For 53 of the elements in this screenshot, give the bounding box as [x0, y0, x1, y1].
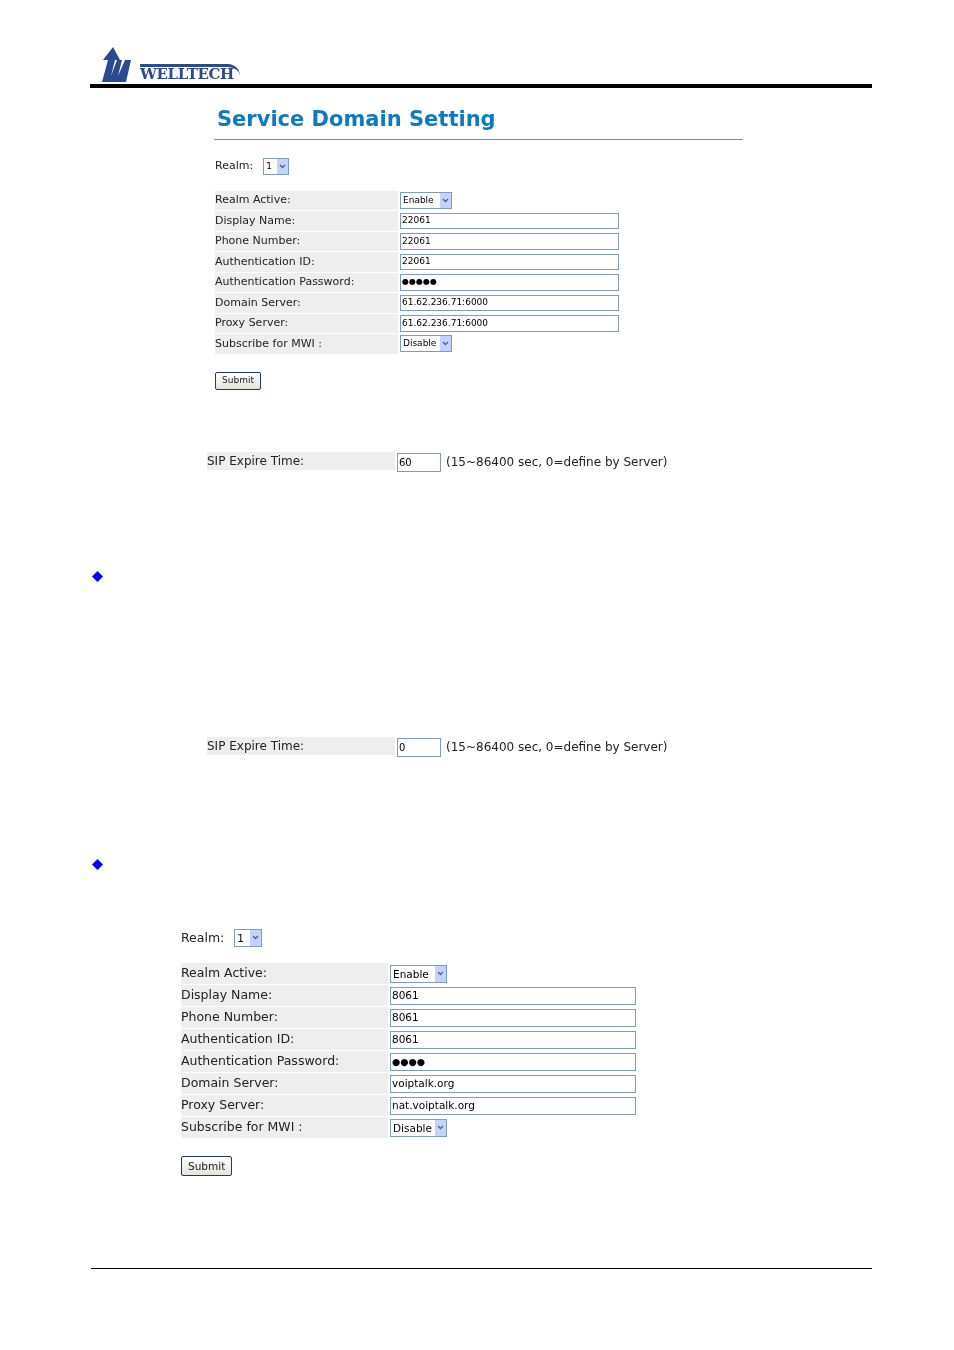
dropdown[interactable]: Disable	[390, 1118, 447, 1137]
field-label: Subscribe for MWI :	[215, 334, 398, 354]
caret-icon	[435, 1119, 446, 1136]
caret-icon	[440, 336, 451, 352]
input-field[interactable]: 22061	[400, 212, 619, 229]
input-field[interactable]: 8061	[390, 1030, 636, 1049]
page-title: Service Domain Setting	[217, 107, 496, 131]
dropdown[interactable]: Enable	[390, 964, 447, 983]
input-field[interactable]: nat.voiptalk.org	[390, 1096, 636, 1115]
input-field[interactable]: 0	[397, 737, 441, 757]
diamond-icon	[92, 858, 103, 870]
input-field[interactable]: 8061	[390, 986, 636, 1005]
field-label: Realm:	[215, 157, 254, 174]
input-field[interactable]: 22061	[400, 253, 619, 270]
caret-icon	[440, 192, 451, 208]
realm-select[interactable]: 1	[263, 157, 290, 175]
field-label: Proxy Server:	[181, 1095, 388, 1117]
field-label: Domain Server:	[181, 1073, 388, 1095]
dropdown[interactable]: Enable	[400, 191, 452, 209]
caret-icon	[277, 158, 289, 174]
submit-button[interactable]: Submit	[215, 371, 261, 390]
password-field[interactable]: ●●●●	[390, 1052, 636, 1071]
field-label: Phone Number:	[215, 231, 398, 251]
realm-select[interactable]: 1	[234, 928, 262, 948]
field-label: Phone Number:	[181, 1007, 388, 1029]
field-label: Proxy Server:	[215, 313, 398, 333]
field-label: SIP Expire Time:	[207, 736, 395, 758]
field-label: Domain Server:	[215, 293, 398, 313]
field-label: Realm Active:	[181, 963, 388, 985]
input-field[interactable]: 60	[397, 452, 441, 472]
dropdown[interactable]: Disable	[400, 335, 452, 353]
password-field[interactable]: ●●●●●	[400, 274, 619, 291]
input-field[interactable]: 22061	[400, 233, 619, 250]
field-label: Display Name:	[215, 211, 398, 231]
diamond-icon	[92, 570, 103, 582]
submit-button[interactable]: Submit	[181, 1156, 233, 1176]
field-label: SIP Expire Time:	[207, 451, 395, 473]
field-label: Authentication Password:	[215, 272, 398, 292]
field-label: Authentication Password:	[181, 1051, 388, 1073]
caret-icon	[435, 965, 446, 982]
input-field[interactable]: 61.62.236.71:6000	[400, 315, 619, 332]
hint-text: (15~86400 sec, 0=define by Server)	[446, 739, 668, 756]
hint-text: (15~86400 sec, 0=define by Server)	[446, 454, 668, 471]
input-field[interactable]: 61.62.236.71:6000	[400, 294, 619, 311]
field-label: Authentication ID:	[215, 252, 398, 272]
field-label: Subscribe for MWI :	[181, 1117, 388, 1139]
input-field[interactable]: 8061	[390, 1008, 636, 1027]
input-field[interactable]: voiptalk.org	[390, 1074, 636, 1093]
field-label: Realm:	[181, 928, 225, 947]
field-label: Authentication ID:	[181, 1029, 388, 1051]
field-label: Display Name:	[181, 985, 388, 1007]
field-label: Realm Active:	[215, 190, 398, 210]
caret-icon	[249, 929, 261, 947]
